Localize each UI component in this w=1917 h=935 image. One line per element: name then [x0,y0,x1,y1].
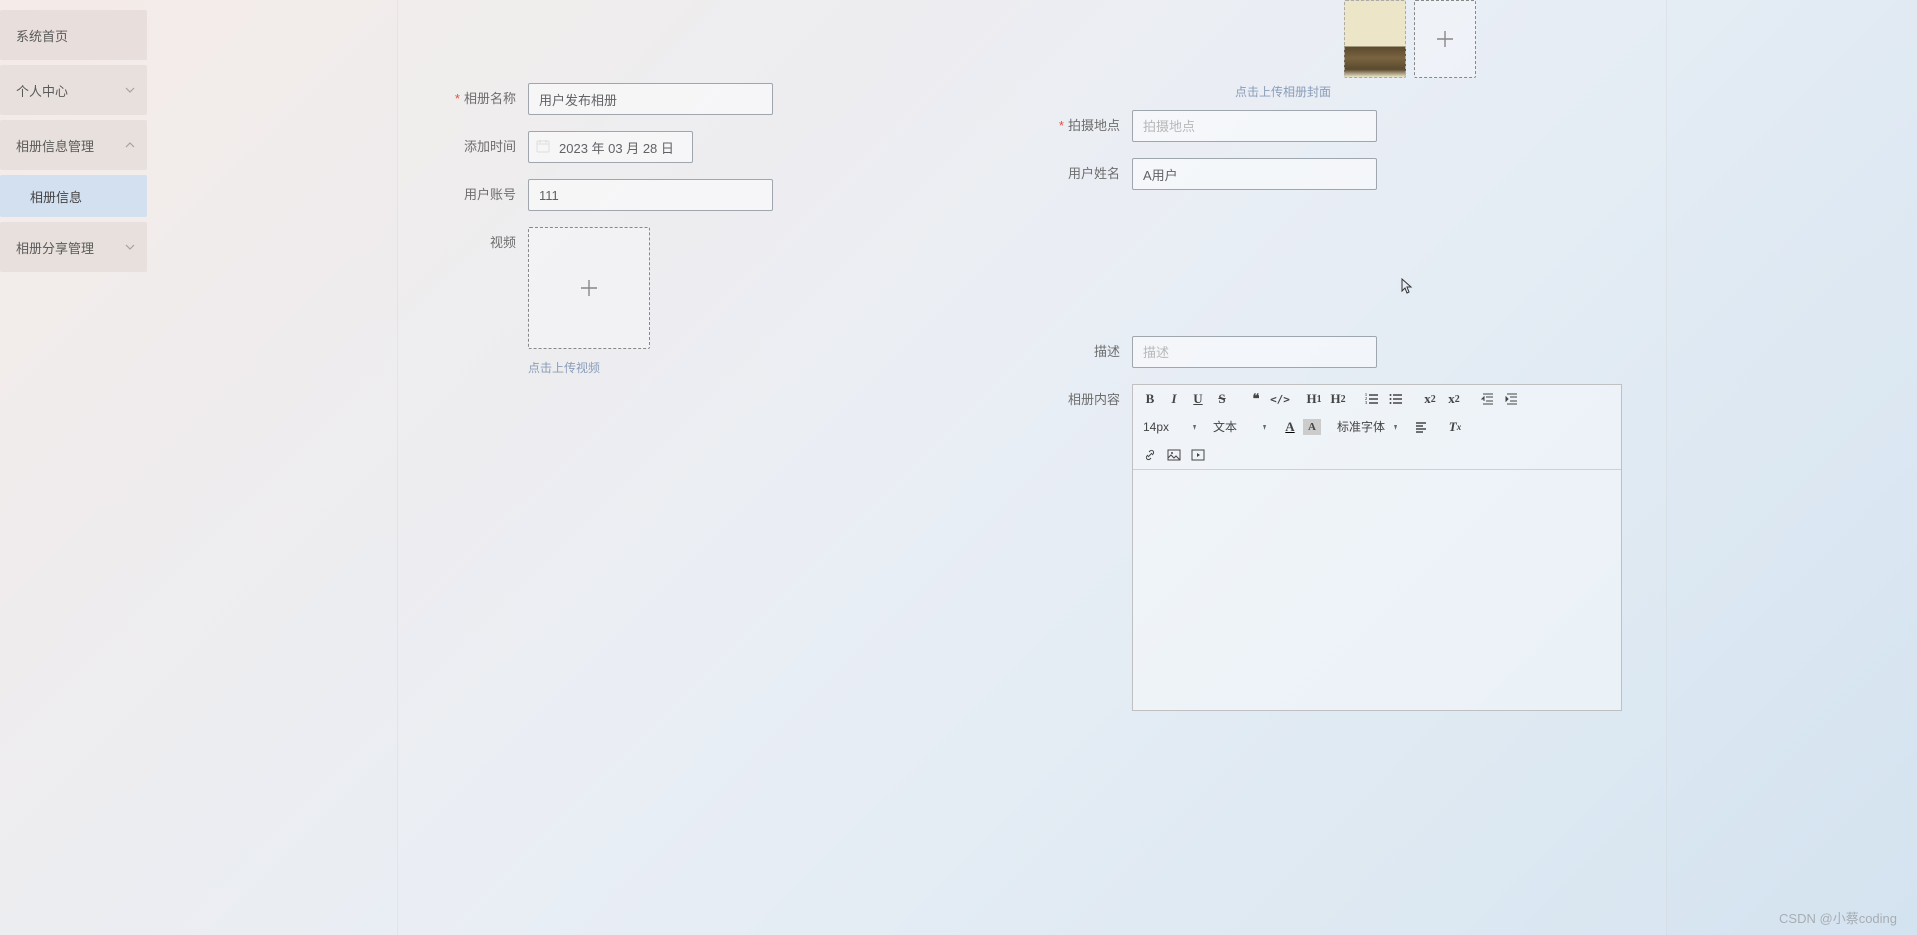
chevron-down-icon [125,242,135,252]
sidebar: 系统首页 个人中心 相册信息管理 相册信息 相册分享管理 [0,0,147,935]
album-name-label: 相册名称 [438,83,528,115]
user-name-label: 用户姓名 [1042,158,1132,190]
nav-home[interactable]: 系统首页 [0,10,147,60]
nav-album-info[interactable]: 相册信息 [0,175,147,217]
video-button[interactable] [1187,445,1209,465]
nav-label: 相册信息 [30,187,82,206]
user-account-input[interactable] [528,179,773,211]
code-button[interactable]: </> [1269,389,1291,409]
shoot-location-label: 拍摄地点 [1042,110,1132,142]
ordered-list-button[interactable]: 123 [1361,389,1383,409]
superscript-button[interactable]: x2 [1443,389,1465,409]
underline-button[interactable]: U [1187,389,1209,409]
text-type-select[interactable]: 文本 [1209,417,1269,437]
h1-button[interactable]: H1 [1303,389,1325,409]
add-time-input[interactable] [528,131,693,163]
plus-icon [1433,27,1457,51]
nav-label: 相册信息管理 [16,136,94,155]
desc-input[interactable] [1132,336,1377,368]
nav-album-info-mgmt[interactable]: 相册信息管理 [0,120,147,170]
content-label: 相册内容 [1042,384,1132,416]
nav-album-share-mgmt[interactable]: 相册分享管理 [0,222,147,272]
unordered-list-button[interactable] [1385,389,1407,409]
video-label: 视频 [438,227,528,259]
editor-content-area[interactable] [1133,470,1621,710]
editor-toolbar: B I U S ❝ </> H1 H2 1 [1133,385,1621,470]
form-panel: 相册名称 添加时间 用户账号 视 [397,0,1667,935]
bold-button[interactable]: B [1139,389,1161,409]
nav-personal-center[interactable]: 个人中心 [0,65,147,115]
align-button[interactable] [1410,417,1432,437]
indent-increase-button[interactable] [1501,389,1523,409]
cover-upload-hint: 点击上传相册封面 [1235,85,1331,99]
plus-icon [577,276,601,300]
user-name-input[interactable] [1132,158,1377,190]
font-size-select[interactable]: 14px [1139,417,1199,437]
clear-format-button[interactable]: Tx [1444,417,1466,437]
image-button[interactable] [1163,445,1185,465]
subscript-button[interactable]: x2 [1419,389,1441,409]
video-upload-hint: 点击上传视频 [528,359,650,376]
add-time-label: 添加时间 [438,131,528,163]
h2-button[interactable]: H2 [1327,389,1349,409]
italic-button[interactable]: I [1163,389,1185,409]
watermark: CSDN @小蔡coding [1779,908,1897,927]
nav-label: 相册分享管理 [16,238,94,257]
video-upload-box[interactable] [528,227,650,349]
rich-text-editor: B I U S ❝ </> H1 H2 1 [1132,384,1622,711]
svg-text:3: 3 [1365,400,1367,405]
chevron-down-icon [125,85,135,95]
indent-decrease-button[interactable] [1477,389,1499,409]
chevron-up-icon [125,140,135,150]
bg-color-button[interactable]: A [1303,419,1321,435]
album-name-input[interactable] [528,83,773,115]
nav-label: 系统首页 [16,26,68,45]
shoot-location-input[interactable] [1132,110,1377,142]
quote-button[interactable]: ❝ [1245,389,1267,409]
nav-label: 个人中心 [16,81,68,100]
font-family-select[interactable]: 标准字体 [1333,417,1400,437]
strikethrough-button[interactable]: S [1211,389,1233,409]
link-button[interactable] [1139,445,1161,465]
desc-label: 描述 [1042,336,1132,368]
font-color-button[interactable]: A [1279,417,1301,437]
user-account-label: 用户账号 [438,179,528,211]
cover-thumbnail[interactable] [1344,0,1406,78]
cover-upload-box[interactable] [1414,0,1476,78]
